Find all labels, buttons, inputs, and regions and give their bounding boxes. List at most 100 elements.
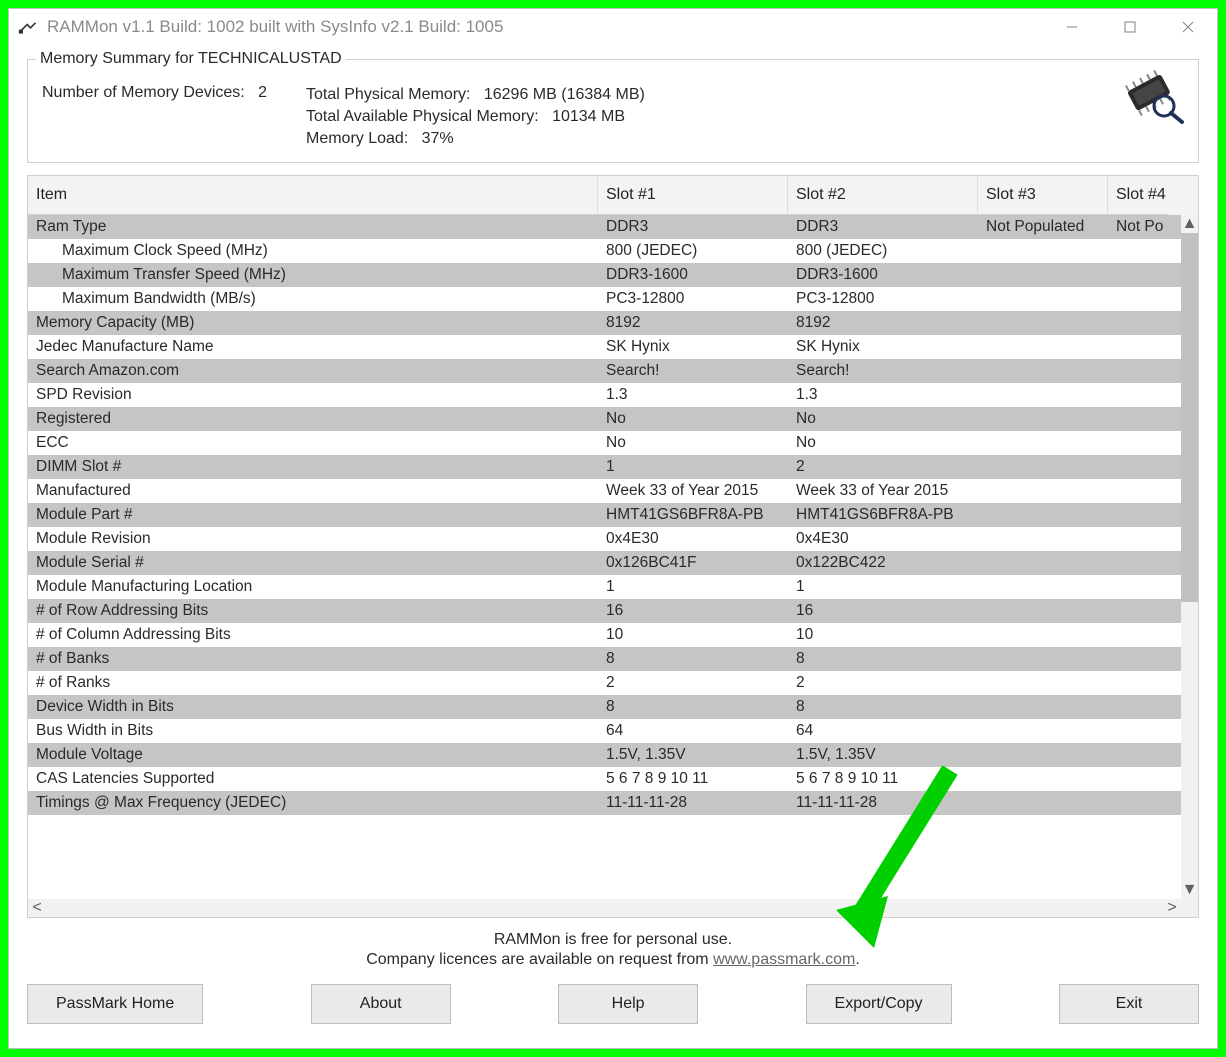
help-button[interactable]: Help [558,984,698,1024]
row-slot3 [978,479,1108,503]
table-row[interactable]: Device Width in Bits88 [28,695,1198,719]
row-slot3 [978,551,1108,575]
about-button[interactable]: About [311,984,451,1024]
row-label: # of Column Addressing Bits [28,623,598,647]
scroll-right-icon[interactable]: > [1163,899,1181,917]
exit-button[interactable]: Exit [1059,984,1199,1024]
scroll-down-icon[interactable]: ▼ [1181,881,1198,899]
row-slot4 [1108,239,1168,263]
col-slot4[interactable]: Slot #4 [1108,176,1168,215]
table-body: Ram TypeDDR3DDR3Not PopulatedNot PoMaxim… [28,215,1198,899]
table-row[interactable]: ManufacturedWeek 33 of Year 2015Week 33 … [28,479,1198,503]
table-row[interactable]: Ram TypeDDR3DDR3Not PopulatedNot Po [28,215,1198,239]
table-row[interactable]: Memory Capacity (MB)81928192 [28,311,1198,335]
export-copy-button[interactable]: Export/Copy [806,984,952,1024]
col-slot1[interactable]: Slot #1 [598,176,788,215]
passmark-home-button[interactable]: PassMark Home [27,984,203,1024]
row-slot3 [978,527,1108,551]
table-row[interactable]: Module Revision0x4E300x4E30 [28,527,1198,551]
row-slot1: 1.3 [598,383,788,407]
num-devices-value: 2 [258,84,267,101]
col-slot2[interactable]: Slot #2 [788,176,978,215]
row-slot4 [1108,743,1168,767]
scrollbar-thumb[interactable] [1181,233,1198,602]
row-slot4 [1108,647,1168,671]
row-slot4 [1108,335,1168,359]
row-slot3 [978,359,1108,383]
table-row[interactable]: Maximum Transfer Speed (MHz)DDR3-1600DDR… [28,263,1198,287]
table-row[interactable]: Jedec Manufacture NameSK HynixSK Hynix [28,335,1198,359]
row-slot3 [978,767,1108,791]
row-slot1: 0x4E30 [598,527,788,551]
row-slot2: 8 [788,695,978,719]
row-label: Device Width in Bits [28,695,598,719]
total-phys-value: 16296 MB (16384 MB) [484,86,645,103]
row-slot1: 16 [598,599,788,623]
table-row[interactable]: Maximum Clock Speed (MHz)800 (JEDEC)800 … [28,239,1198,263]
row-slot1: 1 [598,455,788,479]
table-row[interactable]: Maximum Bandwidth (MB/s)PC3-12800PC3-128… [28,287,1198,311]
row-label: Maximum Clock Speed (MHz) [28,239,598,263]
vertical-scrollbar[interactable]: ▲ ▼ [1181,215,1198,899]
row-slot2: SK Hynix [788,335,978,359]
row-slot4 [1108,575,1168,599]
row-slot1: 800 (JEDEC) [598,239,788,263]
app-window: RAMMon v1.1 Build: 1002 built with SysIn… [8,8,1218,1049]
table-row[interactable]: Search Amazon.comSearch!Search! [28,359,1198,383]
row-slot3 [978,791,1108,815]
col-item[interactable]: Item [28,176,598,215]
row-slot2: 5 6 7 8 9 10 11 [788,767,978,791]
scroll-left-icon[interactable]: < [28,899,46,917]
row-slot4 [1108,503,1168,527]
row-slot2: Week 33 of Year 2015 [788,479,978,503]
table-row[interactable]: Module Part #HMT41GS6BFR8A-PBHMT41GS6BFR… [28,503,1198,527]
row-slot4 [1108,407,1168,431]
row-slot3 [978,287,1108,311]
table-row[interactable]: Module Serial #0x126BC41F0x122BC422 [28,551,1198,575]
row-slot2: DDR3-1600 [788,263,978,287]
table-row[interactable]: # of Row Addressing Bits1616 [28,599,1198,623]
passmark-link[interactable]: www.passmark.com [713,951,855,968]
row-slot2: 1.5V, 1.35V [788,743,978,767]
row-label: Module Revision [28,527,598,551]
table-row[interactable]: RegisteredNoNo [28,407,1198,431]
row-slot1: DDR3 [598,215,788,239]
table-row[interactable]: Timings @ Max Frequency (JEDEC)11-11-11-… [28,791,1198,815]
table-row[interactable]: ECCNoNo [28,431,1198,455]
table-row[interactable]: Module Voltage1.5V, 1.35V1.5V, 1.35V [28,743,1198,767]
minimize-button[interactable] [1043,9,1101,45]
col-slot3[interactable]: Slot #3 [978,176,1108,215]
titlebar: RAMMon v1.1 Build: 1002 built with SysIn… [9,9,1217,45]
row-slot1[interactable]: Search! [598,359,788,383]
table-row[interactable]: # of Banks88 [28,647,1198,671]
table-row[interactable]: Bus Width in Bits6464 [28,719,1198,743]
row-slot3 [978,407,1108,431]
table-row[interactable]: CAS Latencies Supported5 6 7 8 9 10 115 … [28,767,1198,791]
row-slot3 [978,263,1108,287]
row-slot3 [978,575,1108,599]
row-slot3 [978,455,1108,479]
row-slot2[interactable]: Search! [788,359,978,383]
maximize-button[interactable] [1101,9,1159,45]
row-slot1: 5 6 7 8 9 10 11 [598,767,788,791]
row-label: Jedec Manufacture Name [28,335,598,359]
row-slot2: 8192 [788,311,978,335]
row-label: DIMM Slot # [28,455,598,479]
table-row[interactable]: SPD Revision1.31.3 [28,383,1198,407]
table-row[interactable]: DIMM Slot #12 [28,455,1198,479]
row-slot2: 11-11-11-28 [788,791,978,815]
table-row[interactable]: # of Ranks22 [28,671,1198,695]
row-label: Memory Capacity (MB) [28,311,598,335]
close-button[interactable] [1159,9,1217,45]
row-slot4 [1108,551,1168,575]
row-slot3 [978,623,1108,647]
scroll-up-icon[interactable]: ▲ [1181,215,1198,233]
row-slot4 [1108,431,1168,455]
table-row[interactable]: Module Manufacturing Location11 [28,575,1198,599]
total-phys-label: Total Physical Memory: [306,86,471,103]
horizontal-scrollbar[interactable]: < > [28,899,1198,917]
row-slot3 [978,431,1108,455]
table-row[interactable]: # of Column Addressing Bits1010 [28,623,1198,647]
row-label: Module Part # [28,503,598,527]
row-slot2: 16 [788,599,978,623]
